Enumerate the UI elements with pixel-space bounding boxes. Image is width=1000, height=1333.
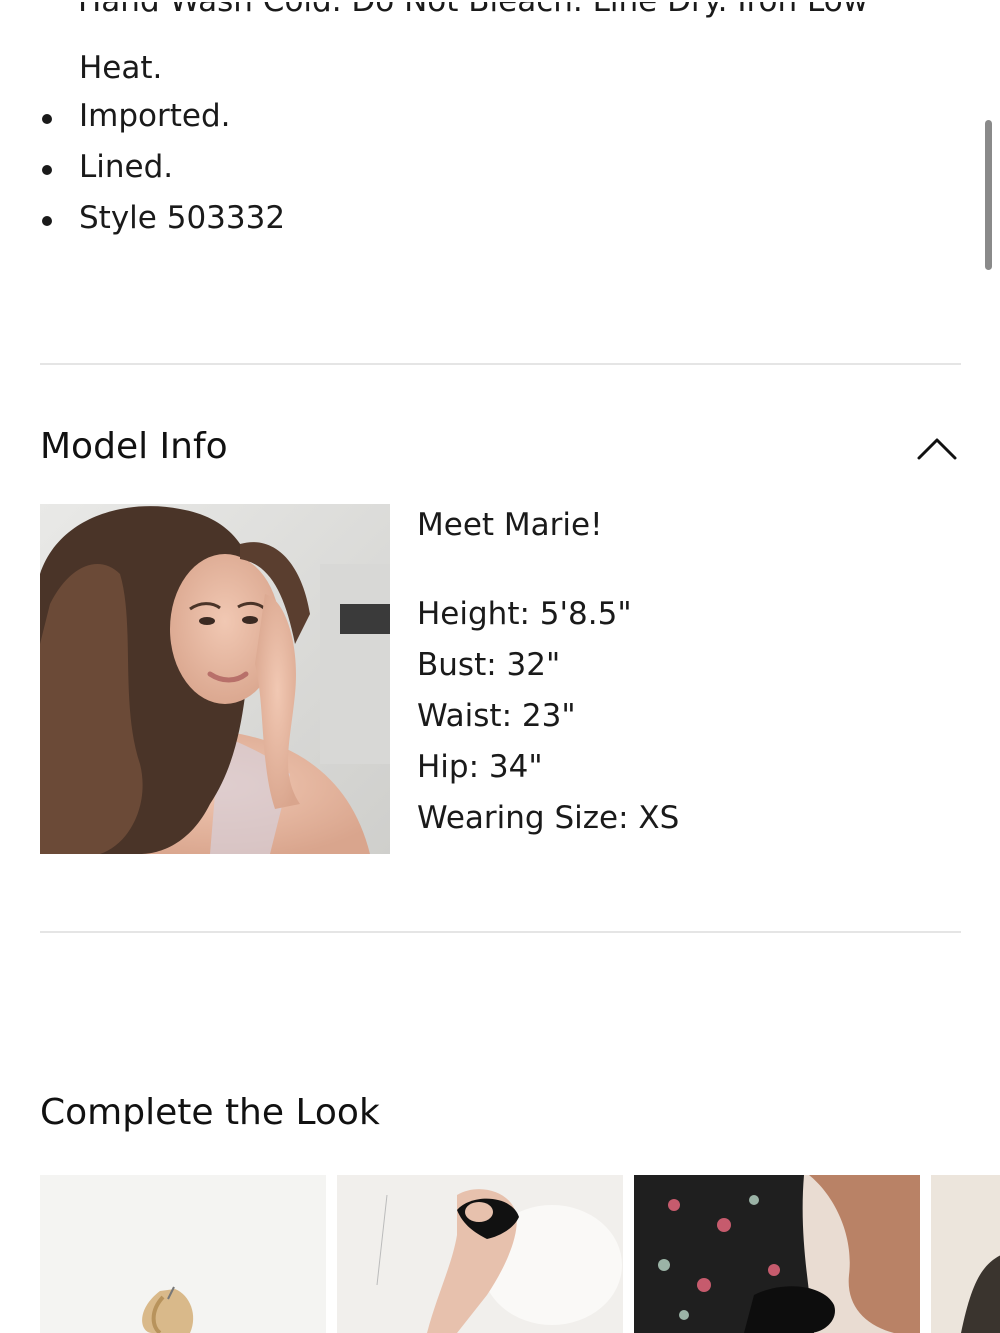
model-photo [40, 504, 390, 854]
details-cut-off-line: Hand Wash Cold. Do Not Bleach. Line Dry.… [78, 2, 883, 26]
bullet-icon [42, 216, 52, 226]
model-intro: Meet Marie! [417, 507, 603, 543]
mesh-accessory-image [931, 1175, 1000, 1333]
section-divider [40, 363, 961, 365]
product-card-heels[interactable] [337, 1175, 623, 1333]
section-divider [40, 931, 961, 933]
details-item-text: Style 503332 [79, 200, 286, 236]
model-info-title: Model Info [40, 426, 228, 467]
model-info-collapse-button[interactable] [912, 428, 962, 468]
bullet-icon [42, 165, 52, 175]
page-scrollbar[interactable] [985, 120, 992, 270]
gold-hoop-earrings-image [40, 1175, 326, 1333]
model-stat-bust: Bust: 32" [417, 647, 561, 683]
product-card-accessory[interactable] [931, 1175, 1000, 1333]
details-item-text: Lined. [79, 149, 174, 185]
model-stat-size: Wearing Size: XS [417, 800, 680, 836]
floral-print-dress-image [634, 1175, 920, 1333]
bullet-icon [42, 114, 52, 124]
black-strap-heel-image [337, 1175, 623, 1333]
complete-the-look-carousel[interactable] [40, 1175, 1000, 1333]
complete-the-look-title: Complete the Look [40, 1092, 380, 1133]
model-stat-waist: Waist: 23" [417, 698, 576, 734]
chevron-up-icon [917, 438, 957, 460]
details-cut-off-text: Hand Wash Cold. Do Not Bleach. Line Dry.… [78, 2, 868, 19]
details-continued-text: Heat. [79, 50, 163, 86]
product-card-dress[interactable] [634, 1175, 920, 1333]
model-stats-list: Height: 5'8.5" Bust: 32" Waist: 23" Hip:… [417, 594, 679, 849]
product-card-earrings[interactable] [40, 1175, 326, 1333]
model-stat-height: Height: 5'8.5" [417, 596, 632, 632]
model-stat-hip: Hip: 34" [417, 749, 543, 785]
details-item-text: Imported. [79, 98, 231, 134]
